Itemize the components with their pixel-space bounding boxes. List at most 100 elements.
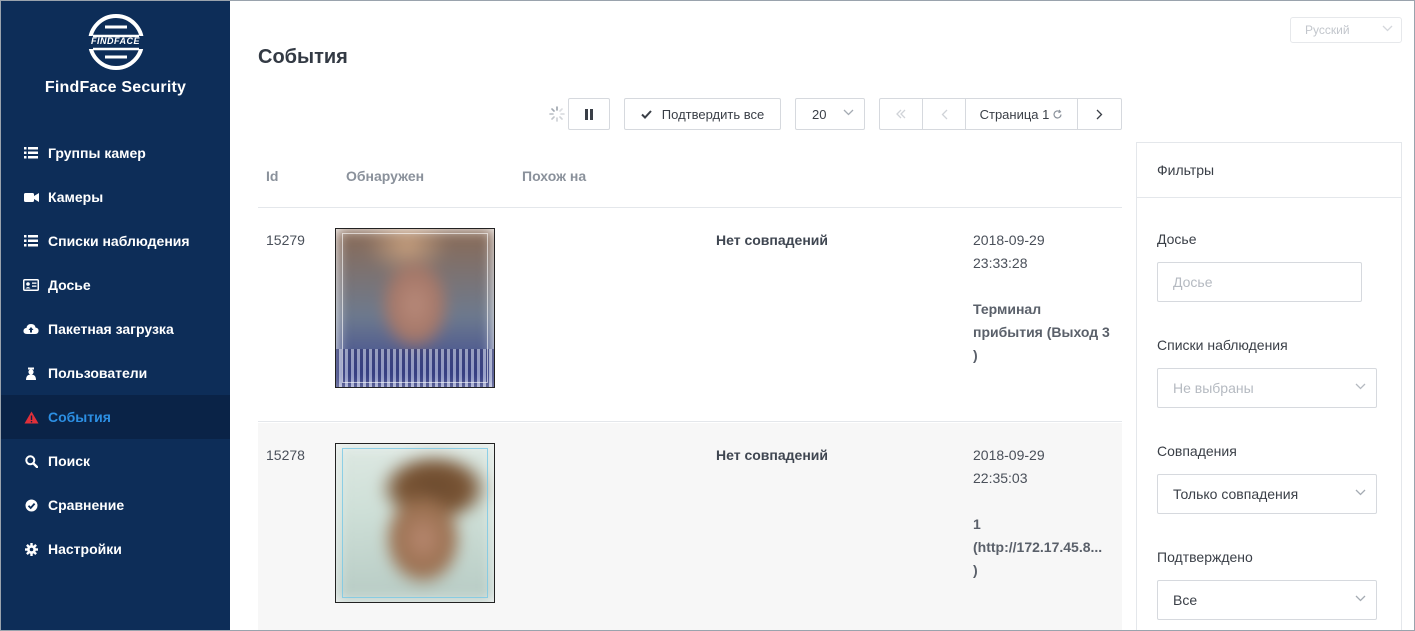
search-icon (23, 453, 39, 469)
event-id: 15279 (266, 232, 305, 248)
filters-panel: Фильтры Досье Досье Списки наблюдения Не… (1136, 142, 1402, 630)
filters-title: Фильтры (1137, 143, 1401, 198)
event-time: 23:33:28 (973, 255, 1028, 271)
pagination: Страница 1 (879, 98, 1122, 130)
watchlists-filter-label: Списки наблюдения (1157, 337, 1288, 353)
list-icon (23, 233, 39, 249)
sidebar-item-dossier[interactable]: Досье (1, 263, 230, 307)
sidebar-item-search[interactable]: Поиск (1, 439, 230, 483)
current-page-indicator: Страница 1 (966, 99, 1078, 129)
face-bounding-box (342, 448, 488, 598)
brand-block: FINDFACE FindFace Security (1, 13, 230, 97)
chevron-down-icon (1382, 25, 1393, 32)
match-status: Нет совпадений (716, 232, 828, 248)
sidebar-item-label: Пользователи (48, 365, 148, 381)
loading-spinner-icon (549, 106, 565, 122)
table-row[interactable]: 15278 Нет совпадений 2018-09-29 22:35:03… (258, 423, 1122, 630)
event-meta: 2018-09-29 22:35:03 1 (http://172.17.45.… (973, 444, 1119, 582)
language-value: Русский (1305, 23, 1350, 37)
camera-name[interactable]: 1 (http://172.17.45.8... ) (973, 513, 1119, 582)
id-card-icon (23, 277, 39, 293)
sidebar-item-label: Камеры (48, 189, 104, 205)
event-face-thumbnail[interactable] (335, 443, 495, 603)
face-bounding-box (342, 233, 488, 383)
chevron-down-icon (1355, 489, 1366, 496)
page-title: События (258, 46, 348, 68)
cloud-upload-icon (23, 321, 39, 337)
confirm-all-label: Подтвердить все (661, 106, 765, 122)
dossier-filter-placeholder: Досье (1173, 274, 1213, 290)
brand-name: FindFace Security (44, 79, 187, 96)
matches-filter-label: Совпадения (1157, 443, 1237, 459)
column-header-similar: Похож на (522, 168, 587, 184)
chevron-left-icon (941, 109, 947, 119)
matches-filter-select[interactable]: Только совпадения (1157, 474, 1377, 514)
sidebar-item-label: Сравнение (48, 497, 125, 513)
check-circle-icon (23, 497, 39, 513)
sidebar-item-label: События (48, 409, 111, 425)
sidebar: FINDFACE FindFace Security Группы камер … (1, 1, 230, 630)
sidebar-item-label: Досье (48, 277, 91, 293)
sidebar-item-cameras[interactable]: Камеры (1, 175, 230, 219)
table-row[interactable]: 15279 Нет совпадений 2018-09-29 23:33:28… (258, 208, 1122, 422)
logo-text: FINDFACE (91, 36, 140, 46)
watchlists-filter-select[interactable]: Не выбраны (1157, 368, 1377, 408)
sidebar-item-label: Группы камер (48, 145, 146, 161)
chevron-down-icon (1355, 595, 1366, 602)
main-content: Русский События Подтвердить все 20 Стран… (230, 1, 1414, 630)
sidebar-item-users[interactable]: Пользователи (1, 351, 230, 395)
video-camera-icon (23, 189, 39, 205)
language-select[interactable]: Русский (1290, 17, 1402, 43)
page-label: Страница 1 (979, 106, 1050, 122)
event-meta: 2018-09-29 23:33:28 Терминал прибытия (В… (973, 229, 1119, 367)
app-window: FINDFACE FindFace Security Группы камер … (0, 0, 1415, 631)
matches-filter-value: Только совпадения (1173, 486, 1299, 502)
sidebar-nav: Группы камер Камеры Списки наблюдения До… (1, 131, 230, 571)
event-date: 2018-09-29 (973, 447, 1045, 463)
chevron-down-icon (843, 109, 854, 116)
event-time: 22:35:03 (973, 470, 1028, 486)
event-id: 15278 (266, 447, 305, 463)
acknowledged-filter-label: Подтверждено (1157, 549, 1253, 565)
camera-name[interactable]: Терминал прибытия (Выход 3 ) (973, 298, 1119, 367)
events-table-header: Id Обнаружен Похож на (258, 142, 1122, 208)
chevron-right-icon (1096, 109, 1103, 119)
next-page-button[interactable] (1078, 99, 1121, 129)
list-icon (23, 145, 39, 161)
event-face-thumbnail[interactable] (335, 228, 495, 388)
sidebar-item-label: Поиск (48, 453, 91, 469)
sidebar-item-watchlists[interactable]: Списки наблюдения (1, 219, 230, 263)
sidebar-item-camera-groups[interactable]: Группы камер (1, 131, 230, 175)
sidebar-item-settings[interactable]: Настройки (1, 527, 230, 571)
chevron-down-icon (1355, 383, 1366, 390)
sidebar-item-label: Списки наблюдения (48, 233, 190, 249)
sidebar-item-compare[interactable]: Сравнение (1, 483, 230, 527)
column-header-detected: Обнаружен (346, 168, 425, 184)
acknowledged-filter-select[interactable]: Все (1157, 580, 1377, 620)
page-size-select[interactable]: 20 (795, 98, 865, 130)
sidebar-item-events[interactable]: События (1, 395, 230, 439)
match-status: Нет совпадений (716, 447, 828, 463)
first-page-button[interactable] (880, 99, 923, 129)
pause-icon (585, 108, 593, 120)
sidebar-item-label: Настройки (48, 541, 122, 557)
confirm-all-button[interactable]: Подтвердить все (624, 98, 781, 130)
gear-icon (23, 541, 39, 557)
user-icon (23, 365, 39, 381)
event-date: 2018-09-29 (973, 232, 1045, 248)
column-header-id: Id (266, 168, 279, 184)
pause-button[interactable] (568, 98, 610, 130)
warning-icon (23, 409, 39, 425)
events-toolbar: Подтвердить все 20 Страница 1 (230, 98, 1414, 130)
acknowledged-filter-value: Все (1173, 592, 1198, 608)
sidebar-item-batch-upload[interactable]: Пакетная загрузка (1, 307, 230, 351)
double-chevron-left-icon (896, 109, 906, 119)
prev-page-button[interactable] (923, 99, 966, 129)
dossier-filter-input[interactable]: Досье (1157, 262, 1362, 302)
refresh-icon (1053, 109, 1062, 118)
check-icon (641, 109, 652, 119)
watchlists-filter-value: Не выбраны (1173, 380, 1254, 396)
page-size-value: 20 (812, 106, 827, 122)
dossier-filter-label: Досье (1157, 231, 1197, 247)
sidebar-item-label: Пакетная загрузка (48, 321, 174, 337)
